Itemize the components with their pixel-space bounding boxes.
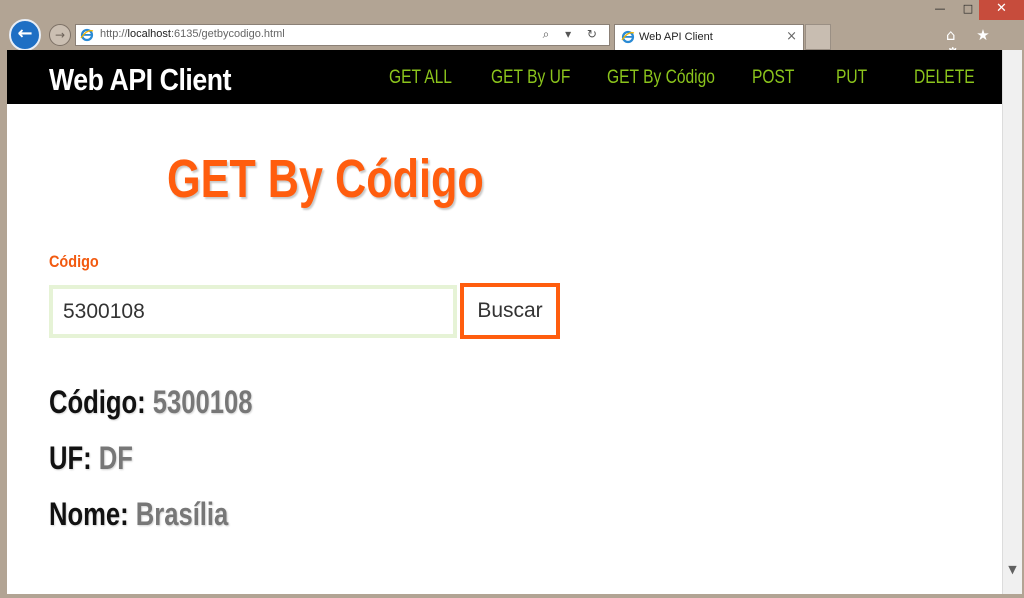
close-window-icon[interactable]: ✕ xyxy=(979,0,1024,20)
result-key: UF: xyxy=(49,440,92,476)
forward-arrow-icon: → xyxy=(54,28,66,42)
address-text[interactable]: http://localhost:6135/getbycodigo.html xyxy=(100,28,285,40)
address-bar[interactable]: http://localhost:6135/getbycodigo.html ⌕… xyxy=(75,24,610,46)
address-actions-icon[interactable]: ⌕ ▾ ↻ xyxy=(543,27,603,42)
result-value: Brasília xyxy=(135,496,229,532)
result-key: Nome: xyxy=(49,496,129,532)
buscar-button[interactable]: Buscar xyxy=(460,283,560,339)
minimize-icon[interactable]: — xyxy=(926,0,954,20)
tab-close-icon[interactable]: × xyxy=(786,29,797,44)
result-value: DF xyxy=(98,440,133,476)
brand-title[interactable]: Web API Client xyxy=(49,62,232,98)
result-codigo: Código: 5300108 xyxy=(49,384,252,421)
tab-title: Web API Client xyxy=(639,31,713,43)
nav-delete[interactable]: DELETE xyxy=(914,67,975,89)
top-navbar: Web API Client GET ALL GET By UF GET By … xyxy=(7,50,1002,104)
result-nome: Nome: Brasília xyxy=(49,496,228,533)
result-key: Código: xyxy=(49,384,146,420)
result-value: 5300108 xyxy=(152,384,253,420)
new-tab-button[interactable] xyxy=(805,24,831,50)
page-viewport: Web API Client GET ALL GET By UF GET By … xyxy=(7,50,1002,594)
nav-post[interactable]: POST xyxy=(752,67,794,89)
tab-web-api-client[interactable]: Web API Client × xyxy=(614,24,804,50)
browser-chrome: ← → http://localhost:6135/getbycodigo.ht… xyxy=(0,0,1024,62)
vertical-scrollbar[interactable]: ▼ xyxy=(1002,50,1022,594)
back-arrow-icon: ← xyxy=(17,23,33,44)
result-uf: UF: DF xyxy=(49,440,133,477)
nav-get-by-codigo[interactable]: GET By Código xyxy=(607,67,715,89)
scroll-down-icon[interactable]: ▼ xyxy=(1003,563,1022,576)
codigo-input[interactable] xyxy=(49,285,457,338)
maximize-icon[interactable]: □ xyxy=(954,0,982,20)
back-button[interactable]: ← xyxy=(9,19,41,51)
nav-put[interactable]: PUT xyxy=(836,67,867,89)
page-title: GET By Código xyxy=(167,149,484,209)
forward-button[interactable]: → xyxy=(49,24,71,46)
tab-ie-logo-icon xyxy=(621,30,635,44)
ie-logo-icon xyxy=(80,28,94,42)
codigo-label: Código xyxy=(49,252,99,271)
nav-get-all[interactable]: GET ALL xyxy=(389,67,452,89)
nav-get-by-uf[interactable]: GET By UF xyxy=(491,67,570,89)
